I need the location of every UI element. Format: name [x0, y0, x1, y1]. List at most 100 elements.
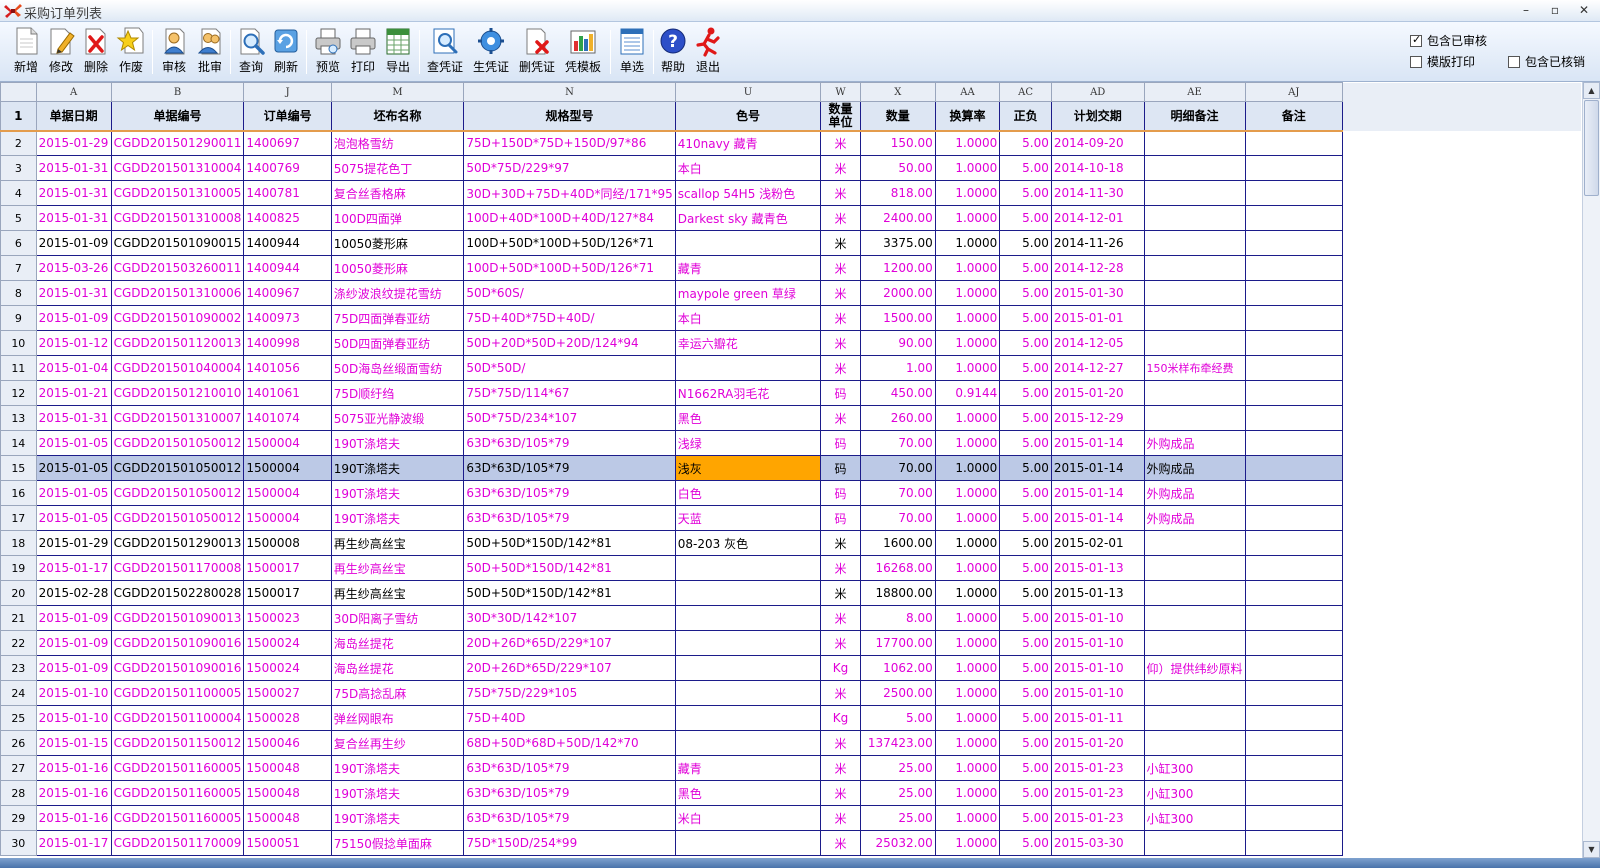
table-row[interactable]: 16 2015-01-05 CGDD201501050012 1500004 190T涤…: [0, 480, 1582, 506]
table-cell[interactable]: 50D+50D*150D/142*81: [463, 555, 676, 581]
print-button[interactable]: 打印: [347, 25, 379, 79]
table-cell[interactable]: 2000.00: [859, 280, 936, 306]
table-cell[interactable]: 天蓝: [674, 505, 822, 531]
table-cell[interactable]: 2015-01-05: [35, 480, 112, 506]
table-cell[interactable]: 米: [820, 780, 861, 806]
refresh-button[interactable]: 刷新: [270, 25, 302, 79]
table-cell[interactable]: 2014-11-26: [1050, 230, 1145, 256]
table-cell[interactable]: 1400944: [243, 230, 332, 256]
table-cell[interactable]: [1244, 130, 1344, 156]
table-cell[interactable]: 码: [820, 455, 861, 481]
table-cell[interactable]: 50D*75D/234*107: [463, 405, 676, 431]
column-header[interactable]: 计划交期: [1050, 101, 1145, 132]
table-cell[interactable]: 1.0000: [934, 305, 1001, 331]
table-cell[interactable]: 410navy 藏青: [674, 130, 822, 156]
table-cell[interactable]: 复合丝再生纱: [330, 730, 465, 756]
table-cell[interactable]: 1.0000: [934, 405, 1001, 431]
table-cell[interactable]: [674, 605, 822, 631]
include-written-off-checkbox[interactable]: 包含已核销: [1508, 53, 1585, 70]
table-cell[interactable]: 1.0000: [934, 230, 1001, 256]
table-cell[interactable]: 米: [820, 580, 861, 606]
table-cell[interactable]: 2015-01-16: [35, 805, 112, 831]
table-cell[interactable]: CGDD201501170008: [110, 555, 245, 581]
table-cell[interactable]: 75D*75D/114*67: [463, 380, 676, 406]
selected-table-row[interactable]: 15 2015-01-05 CGDD201501050012 1500004 190T涤…: [0, 455, 1582, 481]
table-cell[interactable]: 1.0000: [934, 205, 1001, 231]
table-cell[interactable]: 再生纱高丝宝: [330, 580, 465, 606]
table-cell[interactable]: CGDD201501050012: [110, 505, 245, 531]
table-cell[interactable]: CGDD201501050012: [110, 480, 245, 506]
table-cell[interactable]: 08-203 灰色: [674, 530, 822, 556]
table-cell[interactable]: [1244, 480, 1344, 506]
table-cell[interactable]: 黑色: [674, 780, 822, 806]
vertical-scrollbar[interactable]: ▲ ▼: [1582, 82, 1600, 858]
table-cell[interactable]: 63D*63D/105*79: [463, 805, 676, 831]
table-cell[interactable]: [674, 705, 822, 731]
table-cell[interactable]: 5075亚光静波缎: [330, 405, 465, 431]
table-cell[interactable]: 100D+50D*100D+50D/126*71: [463, 230, 676, 256]
table-cell[interactable]: 2015-02-28: [35, 580, 112, 606]
column-letter[interactable]: B: [110, 82, 245, 102]
table-cell[interactable]: [1244, 405, 1344, 431]
table-cell[interactable]: 米: [820, 755, 861, 781]
table-cell[interactable]: 码: [820, 380, 861, 406]
table-cell[interactable]: 米白: [674, 805, 822, 831]
table-cell[interactable]: [1244, 280, 1344, 306]
table-cell[interactable]: 外购成品: [1143, 430, 1246, 456]
table-cell[interactable]: 2015-01-10: [1050, 655, 1145, 681]
table-cell[interactable]: 5.00: [999, 405, 1052, 431]
table-cell[interactable]: 1500004: [243, 455, 332, 481]
table-cell[interactable]: 20D+26D*65D/229*107: [463, 655, 676, 681]
table-cell[interactable]: [674, 230, 822, 256]
table-cell[interactable]: 30D*30D/142*107: [463, 605, 676, 631]
table-row[interactable]: 12 2015-01-21 CGDD201501210010 1401061 75D顺纡…: [0, 380, 1582, 406]
table-cell[interactable]: 复合丝香格麻: [330, 180, 465, 206]
column-header[interactable]: 换算率: [934, 101, 1001, 132]
table-cell[interactable]: 米: [820, 630, 861, 656]
table-cell[interactable]: 50D海岛丝缎面雪纺: [330, 355, 465, 381]
column-header[interactable]: 订单编号: [243, 101, 332, 132]
table-cell[interactable]: 海岛丝提花: [330, 630, 465, 656]
table-cell[interactable]: 米: [820, 280, 861, 306]
row-number[interactable]: 15: [0, 455, 37, 481]
table-cell[interactable]: CGDD201501310006: [110, 280, 245, 306]
table-cell[interactable]: 5.00: [999, 380, 1052, 406]
table-row[interactable]: 6 2015-01-09 CGDD201501090015 1400944 10050菱…: [0, 230, 1582, 256]
table-cell[interactable]: CGDD201501050012: [110, 455, 245, 481]
table-cell[interactable]: 70.00: [859, 480, 936, 506]
table-cell[interactable]: 1.0000: [934, 805, 1001, 831]
row-number[interactable]: 29: [0, 805, 37, 831]
table-cell[interactable]: 1200.00: [859, 255, 936, 281]
table-cell[interactable]: 米: [820, 530, 861, 556]
table-cell[interactable]: 外购成品: [1143, 455, 1246, 481]
table-cell[interactable]: 2014-12-01: [1050, 205, 1145, 231]
table-cell[interactable]: 63D*63D/105*79: [463, 755, 676, 781]
table-cell[interactable]: 5.00: [999, 680, 1052, 706]
table-cell[interactable]: 5.00: [999, 630, 1052, 656]
table-cell[interactable]: 1500027: [243, 680, 332, 706]
table-cell[interactable]: 2014-11-30: [1050, 180, 1145, 206]
table-cell[interactable]: [1143, 255, 1246, 281]
table-cell[interactable]: 1.0000: [934, 480, 1001, 506]
table-cell[interactable]: 190T涤塔夫: [330, 805, 465, 831]
table-cell[interactable]: 1500048: [243, 755, 332, 781]
table-cell[interactable]: 5.00: [999, 655, 1052, 681]
table-cell[interactable]: 1.0000: [934, 155, 1001, 181]
table-cell[interactable]: CGDD201501050012: [110, 430, 245, 456]
row-number[interactable]: 24: [0, 680, 37, 706]
search-button[interactable]: 查询: [235, 25, 267, 79]
row-number[interactable]: 19: [0, 555, 37, 581]
table-cell[interactable]: 小缸300: [1143, 805, 1246, 831]
table-row[interactable]: 8 2015-01-31 CGDD201501310006 1400967 涤纱波浪纹提…: [0, 280, 1582, 306]
table-cell[interactable]: 1400973: [243, 305, 332, 331]
table-cell[interactable]: 1.0000: [934, 755, 1001, 781]
table-cell[interactable]: 2015-01-10: [1050, 680, 1145, 706]
table-cell[interactable]: 米: [820, 230, 861, 256]
table-cell[interactable]: 190T涤塔夫: [330, 780, 465, 806]
table-row[interactable]: 10 2015-01-12 CGDD201501120013 1400998 50D四面…: [0, 330, 1582, 356]
minimize-button[interactable]: –: [1513, 1, 1539, 19]
table-cell[interactable]: 190T涤塔夫: [330, 505, 465, 531]
checkbox-unchecked[interactable]: [1410, 56, 1422, 68]
table-cell[interactable]: [1244, 705, 1344, 731]
table-cell[interactable]: [1244, 430, 1344, 456]
